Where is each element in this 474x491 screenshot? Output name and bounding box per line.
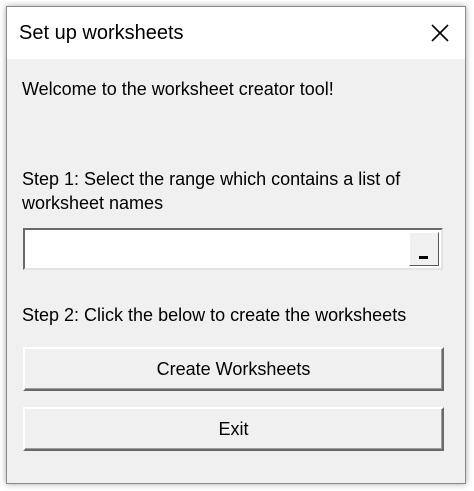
create-worksheets-button[interactable]: Create Worksheets — [23, 347, 444, 391]
collapse-dialog-icon — [419, 256, 428, 259]
step1-instruction: Step 1: Select the range which contains … — [22, 169, 401, 213]
window-title: Set up worksheets — [19, 22, 184, 44]
range-input[interactable] — [25, 230, 407, 268]
collapse-dialog-button[interactable] — [409, 232, 439, 266]
welcome-text: Welcome to the worksheet creator tool! — [22, 79, 334, 99]
step2-instruction: Step 2: Click the below to create the wo… — [22, 305, 407, 325]
title-bar[interactable]: Set up worksheets — [7, 7, 465, 59]
close-icon — [431, 24, 449, 42]
dialog-window: Set up worksheets Welcome to the workshe… — [6, 6, 466, 484]
exit-button[interactable]: Exit — [23, 407, 444, 451]
range-selector[interactable] — [23, 228, 443, 270]
close-button[interactable] — [415, 7, 465, 59]
